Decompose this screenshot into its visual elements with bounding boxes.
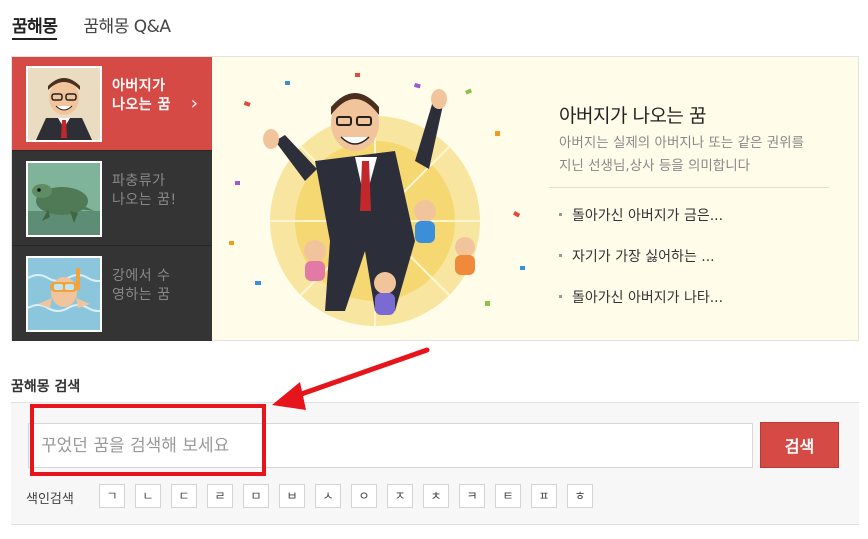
father-dream-illustration	[215, 61, 540, 337]
index-key[interactable]: ㄱ	[99, 484, 125, 508]
index-key[interactable]: ㅁ	[243, 484, 269, 508]
feature-description: 아버지는 실제의 아버지나 또는 같은 권위를 지닌 선생님,상사 등을 의미합…	[559, 135, 805, 174]
index-key[interactable]: ㅇ	[351, 484, 377, 508]
bullet-icon	[559, 213, 562, 216]
related-dream-list: 돌아가신 아버지가 금은... 자기가 가장 싫어하는 ... 돌아가신 아버지…	[559, 197, 723, 320]
index-key[interactable]: ㅂ	[279, 484, 305, 508]
swim-thumb	[26, 256, 102, 332]
index-key[interactable]: ㅋ	[459, 484, 485, 508]
bullet-icon	[559, 254, 562, 257]
tab-dream-qa[interactable]: 꿈해몽 Q&A	[83, 12, 171, 40]
search-button[interactable]: 검색	[760, 422, 839, 468]
feature-title: 아버지가 나오는 꿈	[559, 105, 706, 127]
index-key[interactable]: ㅅ	[315, 484, 341, 508]
index-key[interactable]: ㄴ	[135, 484, 161, 508]
index-key[interactable]: ㄷ	[171, 484, 197, 508]
related-dream-link[interactable]: 돌아가신 아버지가 금은...	[559, 197, 723, 238]
index-search-label: 색인검색	[26, 492, 74, 507]
index-key[interactable]: ㅍ	[531, 484, 557, 508]
index-key-list: ㄱ ㄴ ㄷ ㄹ ㅁ ㅂ ㅅ ㅇ ㅈ ㅊ ㅋ ㅌ ㅍ ㅎ	[99, 484, 593, 508]
sidebar-item-swim[interactable]: 강에서 수영하는 꿈	[12, 247, 212, 341]
index-key[interactable]: ㅊ	[423, 484, 449, 508]
search-section-title: 꿈해몽 검색	[11, 379, 81, 395]
sidebar-item-label: 파충류가 나오는 꿈!	[112, 173, 177, 208]
search-panel: 검색 색인검색 ㄱ ㄴ ㄷ ㄹ ㅁ ㅂ ㅅ ㅇ ㅈ ㅊ ㅋ ㅌ ㅍ ㅎ	[11, 402, 859, 525]
bullet-icon	[559, 295, 562, 298]
related-dream-link[interactable]: 자기가 가장 싫어하는 ...	[559, 238, 723, 279]
index-key[interactable]: ㅈ	[387, 484, 413, 508]
tab-bar: 꿈해몽 꿈해몽 Q&A	[12, 12, 171, 40]
sidebar-item-reptile[interactable]: 파충류가 나오는 꿈!	[12, 152, 212, 246]
reptile-thumb	[26, 161, 102, 237]
dream-list-sidebar: 아버지가 나오는 꿈 › 파충류가 나오는 꿈! 강에서 수영하는 꿈	[12, 57, 212, 341]
tab-dream-interpretation[interactable]: 꿈해몽	[12, 12, 58, 40]
sidebar-item-father[interactable]: 아버지가 나오는 꿈 ›	[12, 57, 212, 151]
index-key[interactable]: ㄹ	[207, 484, 233, 508]
feature-divider	[549, 187, 829, 188]
father-thumb	[26, 66, 102, 142]
related-dream-link[interactable]: 돌아가신 아버지가 나타...	[559, 279, 723, 320]
dream-search-input[interactable]	[28, 423, 753, 468]
chevron-right-icon: ›	[190, 93, 198, 114]
index-key[interactable]: ㅎ	[567, 484, 593, 508]
sidebar-item-label: 강에서 수영하는 꿈	[112, 268, 171, 303]
index-key[interactable]: ㅌ	[495, 484, 521, 508]
sidebar-item-label: 아버지가 나오는 꿈	[112, 78, 171, 113]
featured-dream-panel: 아버지가 나오는 꿈 › 파충류가 나오는 꿈! 강에서 수영하는 꿈 아버지가…	[11, 56, 859, 341]
